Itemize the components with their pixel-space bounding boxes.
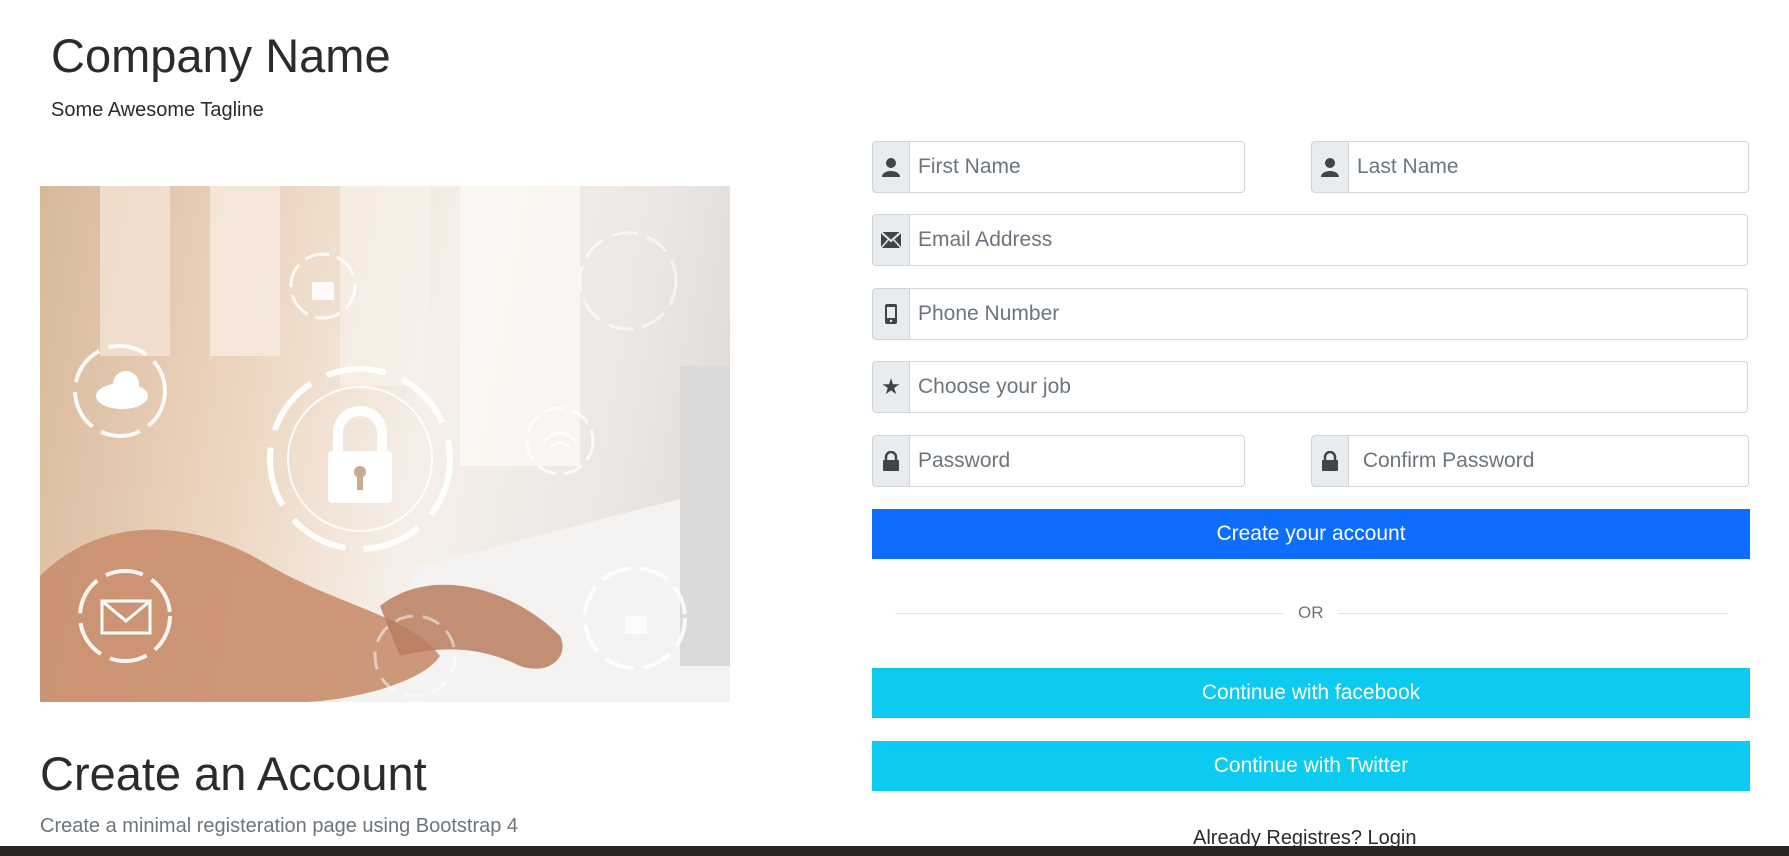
divider-line-left bbox=[895, 613, 1283, 614]
tagline: Some Awesome Tagline bbox=[51, 99, 264, 121]
password-group bbox=[872, 435, 1245, 487]
star-icon: ★ bbox=[872, 361, 909, 413]
last-name-input[interactable] bbox=[1348, 141, 1749, 193]
phone-group bbox=[872, 288, 1748, 340]
user-icon bbox=[872, 141, 909, 193]
user-icon bbox=[1311, 141, 1348, 193]
password-input[interactable] bbox=[909, 435, 1245, 487]
lock-icon bbox=[872, 435, 909, 487]
first-name-group bbox=[872, 141, 1245, 193]
confirm-password-input[interactable] bbox=[1348, 435, 1749, 487]
create-account-title: Create an Account bbox=[40, 747, 427, 800]
create-account-button[interactable]: Create your account bbox=[872, 509, 1750, 559]
phone-input[interactable] bbox=[909, 288, 1748, 340]
email-input[interactable] bbox=[909, 214, 1748, 266]
job-select[interactable] bbox=[909, 361, 1748, 413]
email-group bbox=[872, 214, 1748, 266]
confirm-password-group bbox=[1311, 435, 1749, 487]
last-name-group bbox=[1311, 141, 1749, 193]
divider-line-right bbox=[1338, 613, 1728, 614]
security-illustration bbox=[40, 186, 730, 702]
job-group: ★ bbox=[872, 361, 1748, 413]
create-account-subtitle: Create a minimal registeration page usin… bbox=[40, 815, 519, 837]
hero-image bbox=[40, 186, 730, 702]
lock-icon bbox=[1311, 435, 1348, 487]
continue-twitter-button[interactable]: Continue with Twitter bbox=[872, 741, 1750, 791]
or-divider-text: OR bbox=[1298, 603, 1324, 622]
continue-facebook-button[interactable]: Continue with facebook bbox=[872, 668, 1750, 718]
company-name: Company Name bbox=[51, 29, 391, 82]
first-name-input[interactable] bbox=[909, 141, 1245, 193]
envelope-icon bbox=[872, 214, 909, 266]
bottom-bar bbox=[0, 846, 1789, 856]
mobile-icon bbox=[872, 288, 909, 340]
